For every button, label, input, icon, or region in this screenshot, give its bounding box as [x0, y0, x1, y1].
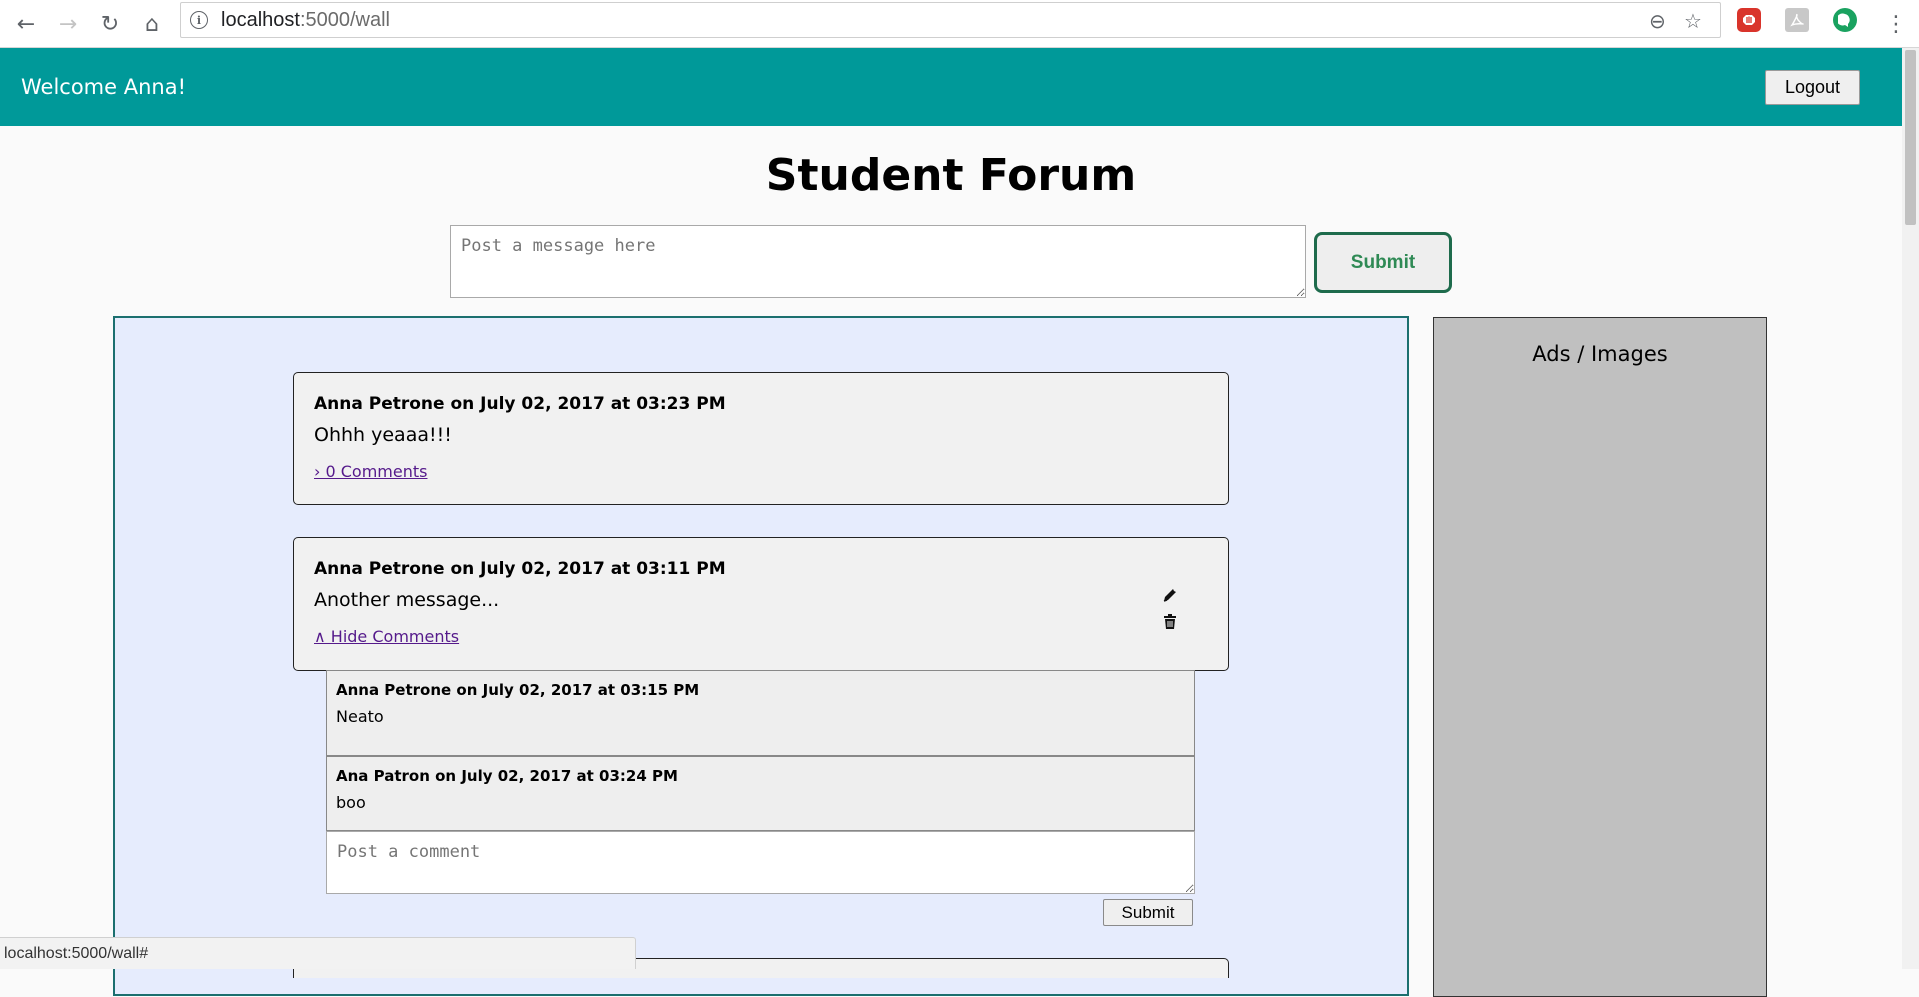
comment-item: Anna Petrone on July 02, 2017 at 03:15 P…	[326, 670, 1195, 756]
back-icon[interactable]: ←	[10, 8, 42, 40]
chat-extension-icon[interactable]	[1833, 8, 1857, 32]
zoom-icon[interactable]: ⊖	[1649, 9, 1666, 33]
ads-panel: Ads / Images	[1433, 317, 1767, 997]
post-card: Anna Petrone on July 02, 2017 at 03:11 P…	[293, 537, 1229, 671]
post-card: Anna Petrone on July 02, 2017 at 03:23 P…	[293, 372, 1229, 505]
url-host: localhost	[221, 9, 300, 31]
url-path: :5000/wall	[299, 9, 390, 31]
browser-menu-icon[interactable]: ⋮	[1880, 8, 1912, 40]
app-header: Welcome Anna! Logout	[0, 48, 1902, 126]
show-comments-link[interactable]: › 0 Comments	[314, 462, 427, 481]
post-body: Another message...	[314, 589, 500, 611]
url-text[interactable]: localhost:5000/wall	[221, 9, 390, 32]
post-body: Ohhh yeaaa!!!	[314, 424, 452, 446]
welcome-message: Welcome Anna!	[21, 75, 187, 99]
address-bar[interactable]: i localhost:5000/wall ⊖ ☆	[180, 2, 1721, 38]
site-info-icon[interactable]: i	[190, 11, 208, 29]
post-submit-button[interactable]: Submit	[1314, 232, 1452, 293]
delete-trash-icon[interactable]	[1161, 613, 1179, 631]
logout-button[interactable]: Logout	[1765, 70, 1860, 105]
browser-status-bar: localhost:5000/wall#	[0, 937, 636, 969]
hide-comments-link[interactable]: ∧ Hide Comments	[314, 627, 459, 646]
comment-item: Ana Patron on July 02, 2017 at 03:24 PM …	[326, 756, 1195, 831]
forward-icon[interactable]: →	[52, 8, 84, 40]
bookmark-star-icon[interactable]: ☆	[1684, 9, 1702, 33]
comment-input[interactable]	[326, 831, 1195, 894]
comment-body: boo	[336, 793, 366, 812]
ads-title: Ads / Images	[1532, 342, 1668, 366]
home-icon[interactable]: ⌂	[136, 8, 168, 40]
scrollbar-thumb[interactable]	[1905, 50, 1916, 225]
edit-pencil-icon[interactable]	[1161, 586, 1179, 604]
pdf-extension-icon[interactable]	[1785, 8, 1809, 32]
adblock-extension-icon[interactable]	[1737, 8, 1761, 32]
post-header: Anna Petrone on July 02, 2017 at 03:11 P…	[314, 559, 726, 579]
page-title: Student Forum	[765, 150, 1137, 201]
comment-submit-button[interactable]: Submit	[1103, 899, 1193, 926]
comment-body: Neato	[336, 707, 384, 726]
comment-header: Anna Petrone on July 02, 2017 at 03:15 P…	[336, 681, 700, 699]
browser-toolbar: ← → ↻ ⌂ i localhost:5000/wall ⊖ ☆ ⋮	[0, 0, 1919, 48]
post-message-input[interactable]	[450, 225, 1306, 298]
comment-header: Ana Patron on July 02, 2017 at 03:24 PM	[336, 767, 678, 785]
reload-icon[interactable]: ↻	[94, 8, 126, 40]
post-header: Anna Petrone on July 02, 2017 at 03:23 P…	[314, 394, 726, 414]
